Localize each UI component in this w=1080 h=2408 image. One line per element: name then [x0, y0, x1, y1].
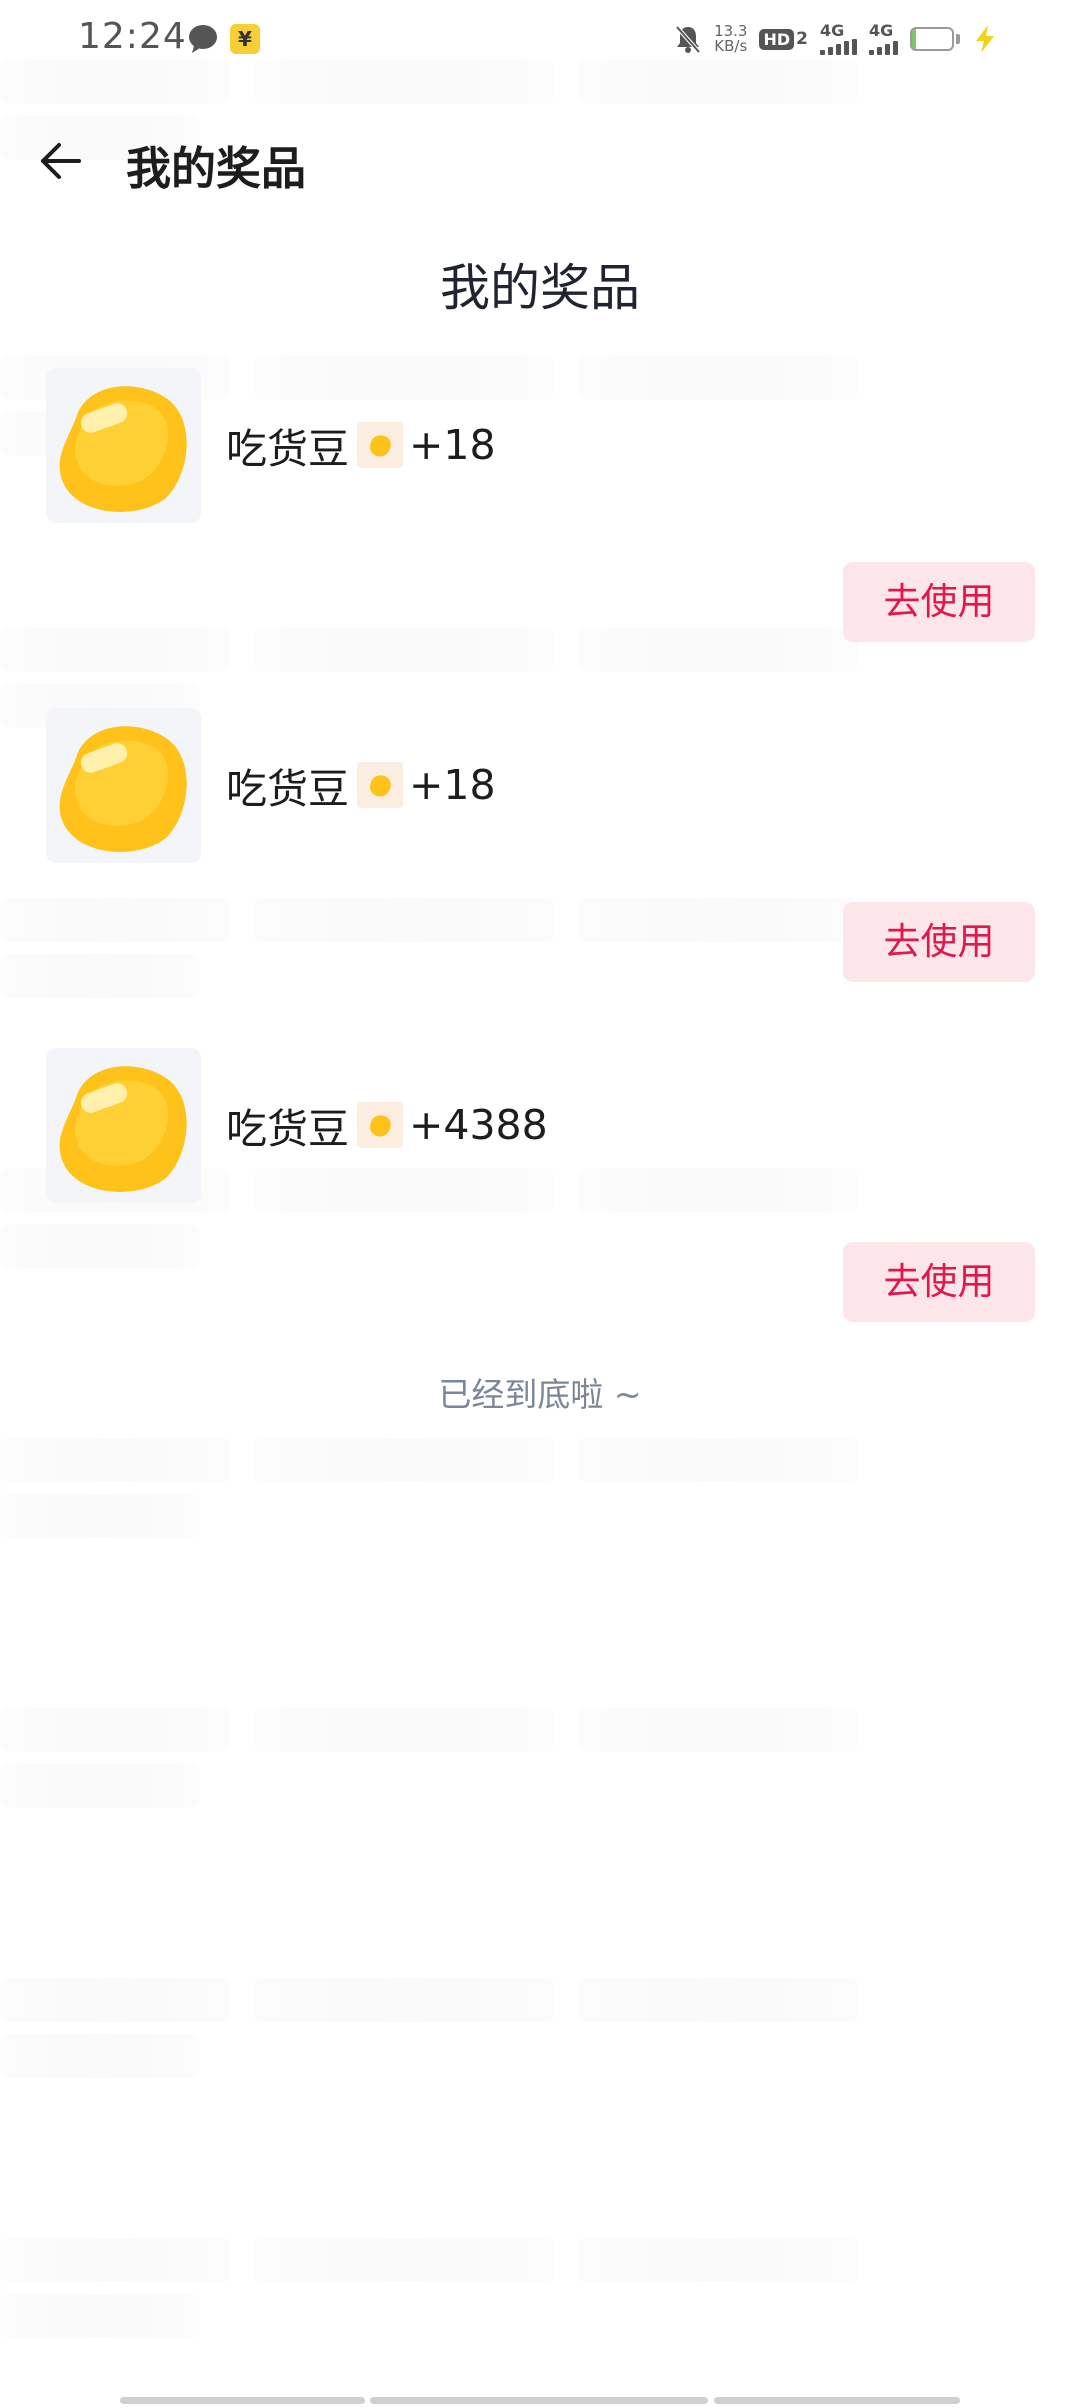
- prize-item: 吃货豆 +18 去使用: [0, 368, 1080, 668]
- prize-amount: +18: [409, 761, 496, 809]
- bean-coin-icon: [357, 762, 403, 808]
- network-type-2: 4G: [869, 21, 894, 40]
- prize-image: [46, 1048, 201, 1203]
- battery-icon: 10: [910, 27, 954, 51]
- prize-name: 吃货豆: [226, 765, 349, 813]
- home-indicator[interactable]: [120, 2397, 365, 2404]
- prize-image: [46, 368, 201, 523]
- watermark-row: [0, 1430, 1080, 1538]
- app-screen: 12:24 ¥ 13.3 KB/s HD 2 4G 4G 10 我的奖品 我的奖…: [0, 0, 1080, 2408]
- status-bar: 12:24 ¥ 13.3 KB/s HD 2 4G 4G 10: [0, 0, 1080, 80]
- mute-bell-icon: [675, 25, 701, 54]
- network-speed: 13.3 KB/s: [714, 24, 747, 54]
- page-title: 我的奖品: [126, 142, 307, 195]
- bean-icon: [59, 726, 187, 852]
- bean-coin-icon: [357, 422, 403, 468]
- arrow-left-icon: [41, 143, 81, 179]
- network-signal-1: 4G: [820, 23, 857, 55]
- chat-notification-icon: [189, 25, 217, 53]
- status-time: 12:24: [78, 16, 187, 57]
- prize-item: 吃货豆 +18 去使用: [0, 708, 1080, 1008]
- prize-amount: +18: [409, 421, 496, 469]
- hd-voice-indicator: HD 2: [759, 28, 808, 50]
- bean-icon: [59, 386, 187, 512]
- network-signal-2: 4G: [869, 23, 898, 55]
- watermark-row: [0, 1700, 1080, 1808]
- charging-bolt-icon: [976, 25, 994, 53]
- list-end-text: 已经到底啦 ~: [438, 1375, 642, 1414]
- prize-info: 吃货豆 +18: [226, 414, 496, 476]
- section-title: 我的奖品: [440, 259, 640, 317]
- prize-image: [46, 708, 201, 863]
- home-indicator[interactable]: [714, 2397, 960, 2404]
- status-icons: 13.3 KB/s HD 2 4G 4G 10: [674, 18, 998, 60]
- use-button[interactable]: 去使用: [843, 902, 1035, 982]
- signal-bars-icon: [869, 39, 898, 55]
- battery-level: 10: [920, 29, 944, 48]
- network-speed-unit: KB/s: [714, 37, 748, 55]
- prize-item: 吃货豆 +4388 去使用: [0, 1048, 1080, 1348]
- home-indicator[interactable]: [370, 2397, 708, 2404]
- prize-info: 吃货豆 +18: [226, 754, 496, 816]
- use-button[interactable]: 去使用: [843, 562, 1035, 642]
- back-button[interactable]: [30, 130, 92, 192]
- watermark-row: [0, 2230, 1080, 2338]
- battery-indicator: 10: [910, 27, 960, 51]
- hd-sim-number: 2: [796, 29, 808, 49]
- bean-coin-icon: [357, 1102, 403, 1148]
- prize-info: 吃货豆 +4388: [226, 1094, 548, 1156]
- prize-amount: +4388: [409, 1101, 548, 1149]
- top-nav: 我的奖品: [0, 110, 1080, 210]
- payment-notification-icon: ¥: [230, 24, 260, 54]
- bean-icon: [59, 1066, 187, 1192]
- hd-label: HD: [759, 28, 795, 50]
- prize-name: 吃货豆: [226, 1105, 349, 1153]
- prize-name: 吃货豆: [226, 425, 349, 473]
- network-type-1: 4G: [820, 21, 845, 40]
- use-button[interactable]: 去使用: [843, 1242, 1035, 1322]
- battery-tip: [956, 34, 960, 44]
- signal-bars-icon: [820, 39, 857, 55]
- watermark-row: [0, 1970, 1080, 2078]
